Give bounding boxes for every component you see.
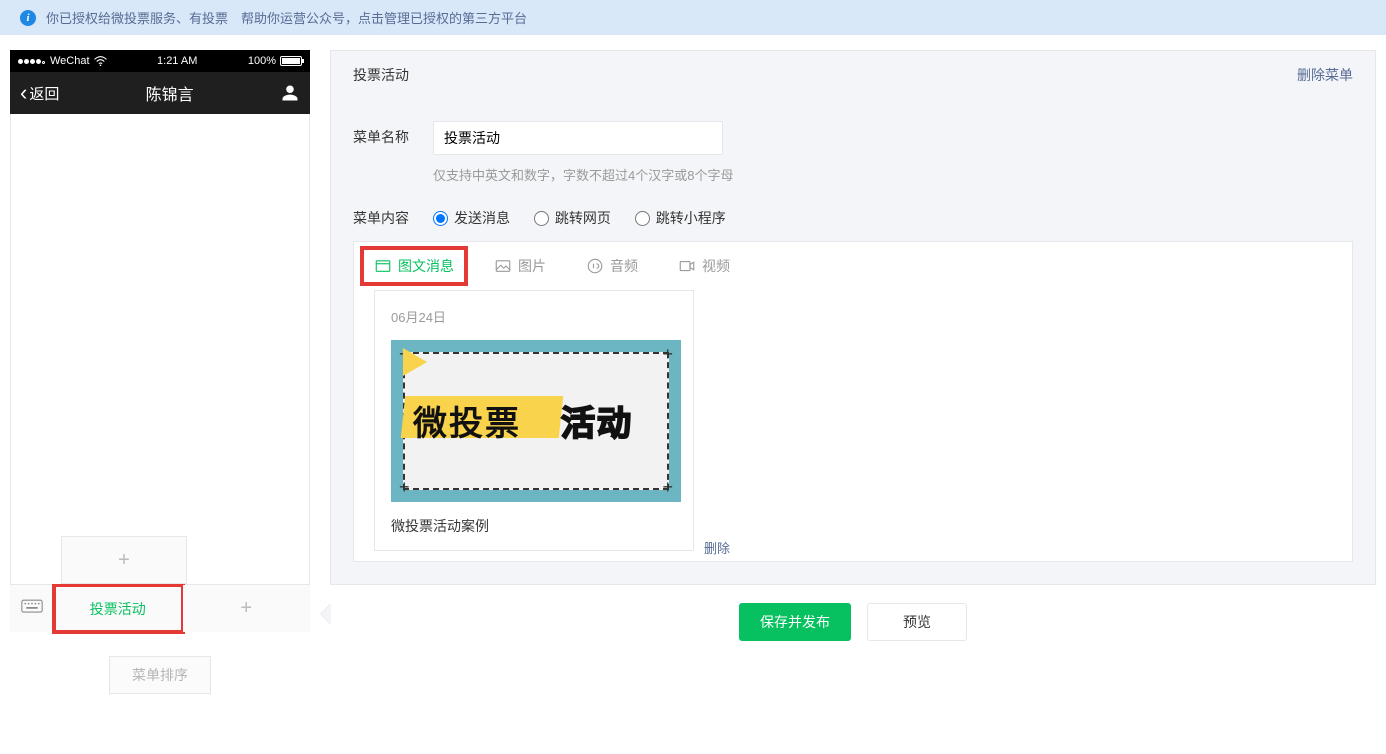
- tab-video[interactable]: 视频: [678, 256, 730, 276]
- tab-label: 视频: [702, 256, 730, 276]
- article-card[interactable]: 06月24日 ++++ 微投票 活动 微投票活动案例: [374, 290, 694, 551]
- add-menu-item[interactable]: +: [183, 585, 311, 632]
- keyboard-icon: [21, 599, 43, 618]
- carrier-label: WeChat: [50, 55, 90, 67]
- battery-icon: [280, 56, 302, 66]
- artwork-text: 活动: [561, 396, 633, 445]
- phone-preview: WeChat 1:21 AM 100% ‹返回 陈锦言 + 投票活动 + 菜单排…: [10, 50, 310, 694]
- action-bar: 保存并发布 预览: [330, 585, 1376, 647]
- tab-image[interactable]: 图片: [494, 256, 546, 276]
- content-box: 图文消息 图片 音频 视频: [353, 241, 1353, 562]
- tab-label: 图片: [518, 256, 546, 276]
- plus-icon: +: [240, 597, 252, 620]
- image-icon: [494, 257, 512, 275]
- profile-icon[interactable]: [280, 83, 300, 103]
- add-submenu-button[interactable]: +: [61, 536, 187, 584]
- video-icon: [678, 257, 696, 275]
- phone-header: ‹返回 陈锦言: [10, 72, 310, 114]
- artwork-text: 微投票: [413, 396, 521, 445]
- article-icon: [374, 257, 392, 275]
- back-button[interactable]: ‹返回: [20, 82, 59, 104]
- keyboard-toggle[interactable]: [10, 585, 54, 632]
- phone-status-bar: WeChat 1:21 AM 100%: [10, 50, 310, 72]
- article-title: 微投票活动案例: [391, 516, 677, 536]
- back-label: 返回: [29, 83, 59, 104]
- menu-name-input[interactable]: [433, 121, 723, 155]
- notice-text: 你已授权给微投票服务、有投票 帮助你运营公众号，点击管理: [46, 8, 410, 27]
- phone-body: +: [10, 114, 310, 584]
- radio-jump-page[interactable]: 跳转网页: [534, 208, 611, 228]
- menu-content-label: 菜单内容: [353, 208, 433, 228]
- plus-icon: +: [118, 549, 130, 572]
- editor-panel: 投票活动 删除菜单 菜单名称 仅支持中英文和数字，字数不超过4个汉字或8个字母 …: [330, 50, 1376, 585]
- notice-link[interactable]: 已授权的第三方平台: [410, 8, 527, 27]
- delete-article-link[interactable]: 删除: [704, 538, 730, 557]
- preview-button[interactable]: 预览: [867, 603, 967, 641]
- status-time: 1:21 AM: [157, 55, 197, 67]
- sort-menu-button[interactable]: 菜单排序: [109, 656, 211, 694]
- menu-name-label: 菜单名称: [353, 121, 433, 147]
- tab-label: 音频: [610, 256, 638, 276]
- delete-menu-link[interactable]: 删除菜单: [1297, 65, 1353, 85]
- content-type-radios: 发送消息 跳转网页 跳转小程序: [433, 208, 746, 229]
- chevron-left-icon: ‹: [20, 82, 27, 104]
- chat-title: 陈锦言: [146, 81, 194, 105]
- menu-item-active[interactable]: 投票活动: [54, 585, 183, 632]
- panel-title: 投票活动: [353, 65, 409, 85]
- menu-name-hint: 仅支持中英文和数字，字数不超过4个汉字或8个字母: [433, 165, 733, 184]
- article-thumbnail: ++++ 微投票 活动: [391, 340, 681, 502]
- info-icon: i: [20, 10, 36, 26]
- article-date: 06月24日: [391, 307, 677, 326]
- phone-menu-bar: 投票活动 +: [10, 584, 310, 632]
- battery-percent: 100%: [248, 55, 276, 67]
- radio-jump-miniprogram[interactable]: 跳转小程序: [635, 208, 726, 228]
- notice-bar: i 你已授权给微投票服务、有投票 帮助你运营公众号，点击管理 已授权的第三方平台: [0, 0, 1386, 35]
- tab-article[interactable]: 图文消息: [364, 250, 464, 282]
- audio-icon: [586, 257, 604, 275]
- content-tabs: 图文消息 图片 音频 视频: [354, 242, 1352, 290]
- radio-label: 跳转小程序: [656, 208, 726, 228]
- wifi-icon: [94, 56, 107, 66]
- signal-dots-icon: [18, 55, 46, 67]
- megaphone-icon: [403, 348, 427, 376]
- radio-label: 发送消息: [454, 208, 510, 228]
- radio-send-message[interactable]: 发送消息: [433, 208, 510, 228]
- radio-label: 跳转网页: [555, 208, 611, 228]
- save-publish-button[interactable]: 保存并发布: [739, 603, 851, 641]
- tab-label: 图文消息: [398, 256, 454, 276]
- tab-audio[interactable]: 音频: [586, 256, 638, 276]
